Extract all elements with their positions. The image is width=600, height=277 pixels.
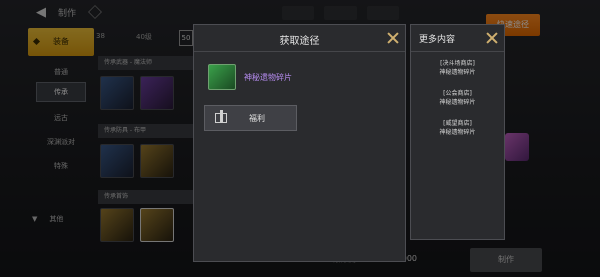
- panel-title: 更多内容: [419, 35, 456, 45]
- source-shop-name: [公会商店]: [443, 90, 472, 97]
- source-item-name: 神秘遗物碎片: [439, 129, 476, 136]
- dialog-header: 获取途径: [194, 25, 405, 52]
- welfare-button[interactable]: 福利: [204, 105, 297, 131]
- source-guild-shop[interactable]: [公会商店] 神秘遗物碎片: [411, 89, 504, 107]
- welfare-label: 福利: [249, 114, 265, 123]
- close-icon[interactable]: [386, 31, 400, 45]
- source-duel-shop[interactable]: [决斗场商店] 神秘遗物碎片: [411, 59, 504, 77]
- close-icon[interactable]: [485, 31, 499, 45]
- acquire-dialog: 获取途径 神秘遗物碎片 福利: [193, 24, 406, 262]
- material-name: 神秘遗物碎片: [244, 72, 292, 82]
- source-shop-name: [威望商店]: [443, 120, 472, 127]
- source-shop-name: [决斗场商店]: [440, 60, 475, 67]
- relic-fragment-icon[interactable]: [208, 64, 236, 90]
- source-prestige-shop[interactable]: [威望商店] 神秘遗物碎片: [411, 119, 504, 137]
- source-item-name: 神秘遗物碎片: [439, 69, 476, 76]
- material-row: 神秘遗物碎片: [208, 63, 292, 91]
- source-item-name: 神秘遗物碎片: [439, 99, 476, 106]
- panel-header: 更多内容: [411, 25, 504, 52]
- gift-icon: [215, 110, 227, 123]
- more-content-panel: 更多内容 [决斗场商店] 神秘遗物碎片 [公会商店] 神秘遗物碎片 [威望商店]…: [410, 24, 505, 240]
- dialog-title: 获取途径: [279, 36, 320, 47]
